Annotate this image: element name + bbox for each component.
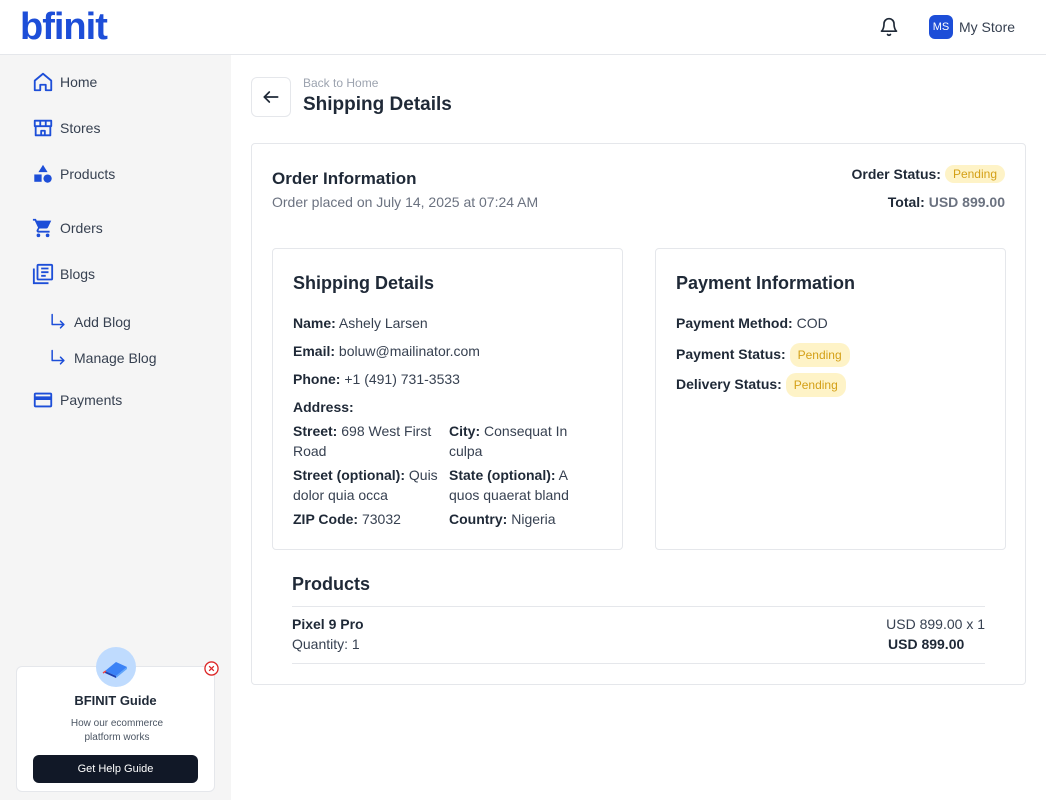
address-city: City: Consequat In culpa xyxy=(449,421,599,461)
book-icon xyxy=(96,647,136,687)
products-title: Products xyxy=(292,574,371,594)
product-quantity: Quantity: 1 xyxy=(292,636,360,652)
total-label: Total: xyxy=(887,194,925,210)
sidebar-item-label: Blogs xyxy=(60,266,96,282)
shipping-email: Email: boluw@mailinator.com xyxy=(293,341,480,361)
name-value: Ashely Larsen xyxy=(338,315,428,331)
order-status-label: Order Status: xyxy=(851,166,941,182)
country-value: Nigeria xyxy=(511,511,556,527)
sidebar-item-label: Products xyxy=(60,166,116,182)
shipping-details-title: Shipping Details xyxy=(293,273,435,293)
payment-information-card: Payment Information Payment Method: COD … xyxy=(655,248,1006,550)
sidebar-subitem-manage-blog[interactable]: Manage Blog xyxy=(48,347,157,369)
payment-method-label: Payment Method: xyxy=(676,315,793,331)
product-name: Pixel 9 Pro xyxy=(292,616,364,632)
delivery-status-label: Delivery Status: xyxy=(676,376,782,392)
payment-status: Payment Status: Pending xyxy=(676,343,850,367)
blog-icon xyxy=(32,263,54,285)
payment-status-label: Payment Status: xyxy=(676,346,786,362)
get-help-guide-button[interactable]: Get Help Guide xyxy=(33,755,198,783)
guide-card: BFINIT Guide How our ecommerce platform … xyxy=(16,647,219,792)
sidebar-item-home[interactable]: Home xyxy=(32,70,97,94)
product-line-total: USD 899.00 xyxy=(888,636,965,652)
sidebar-item-orders[interactable]: Orders xyxy=(32,216,103,240)
sidebar-item-stores[interactable]: Stores xyxy=(32,116,100,140)
sidebar-item-label: Stores xyxy=(60,120,101,136)
order-card: Order Information Order placed on July 1… xyxy=(251,143,1026,685)
product-unit-price: USD 899.00 x 1 xyxy=(886,616,985,632)
address-country: Country: Nigeria xyxy=(449,509,599,529)
guide-title: BFINIT Guide xyxy=(74,693,157,708)
logo[interactable]: bfinit xyxy=(20,8,108,46)
breadcrumb-back-to-home[interactable]: Back to Home xyxy=(303,76,378,90)
close-icon[interactable] xyxy=(204,661,219,676)
shipping-name: Name: Ashely Larsen xyxy=(293,313,428,333)
address-zip: ZIP Code: 73032 xyxy=(293,509,443,529)
email-label: Email: xyxy=(293,343,336,359)
payment-method-value: COD xyxy=(796,315,828,331)
credit-card-icon xyxy=(33,392,53,408)
country-label: Country: xyxy=(449,511,508,527)
payment-method: Payment Method: COD xyxy=(676,313,828,333)
sidebar-item-label: Payments xyxy=(60,392,123,408)
total-value: USD 899.00 xyxy=(928,194,1005,210)
address-state: State (optional): A quos quaerat bland xyxy=(449,465,599,505)
sidebar: Home Stores Products Orders Blogs Add Bl… xyxy=(0,55,231,800)
sidebar-item-payments[interactable]: Payments xyxy=(32,388,122,412)
zip-value: 73032 xyxy=(361,511,401,527)
bell-icon[interactable] xyxy=(879,17,899,37)
sidebar-subitem-label: Add Blog xyxy=(74,314,131,330)
street-optional-label: Street (optional): xyxy=(293,467,405,483)
order-status: Order Status: Pending xyxy=(851,165,1005,183)
order-total: Total: USD 899.00 xyxy=(888,194,1005,210)
sidebar-item-products[interactable]: Products xyxy=(32,162,115,186)
top-header: bfinit MS My Store xyxy=(0,0,1046,55)
name-label: Name: xyxy=(293,315,336,331)
address-street-optional: Street (optional): Quis dolor quia occa xyxy=(293,465,443,505)
address-street: Street: 698 West First Road xyxy=(293,421,443,461)
sidebar-item-label: Home xyxy=(60,74,98,90)
divider xyxy=(292,606,985,607)
sidebar-item-label: Orders xyxy=(60,220,103,236)
state-label: State (optional): xyxy=(449,467,556,483)
arrow-subdirectory-icon xyxy=(51,313,65,329)
order-date: Order placed on July 14, 2025 at 07:24 A… xyxy=(272,194,539,210)
avatar[interactable]: MS xyxy=(929,15,953,39)
shipping-details-card: Shipping Details Name: Ashely Larsen Ema… xyxy=(272,248,623,550)
page-title: Shipping Details xyxy=(303,94,452,115)
status-badge: Pending xyxy=(944,165,1005,183)
street-label: Street: xyxy=(293,423,338,439)
city-label: City: xyxy=(449,423,481,439)
status-badge: Pending xyxy=(789,343,850,367)
sidebar-subitem-label: Manage Blog xyxy=(74,350,157,366)
products-icon xyxy=(34,164,52,183)
home-icon xyxy=(33,72,53,92)
status-badge: Pending xyxy=(785,373,846,397)
sidebar-item-blogs[interactable]: Blogs xyxy=(32,262,95,286)
email-value: boluw@mailinator.com xyxy=(338,343,480,359)
shipping-phone: Phone: +1 (491) 731-3533 xyxy=(293,369,460,389)
zip-label: ZIP Code: xyxy=(293,511,359,527)
cart-icon xyxy=(32,218,52,238)
arrow-subdirectory-icon xyxy=(51,349,65,365)
back-button[interactable] xyxy=(251,77,291,117)
store-name[interactable]: My Store xyxy=(959,19,1015,35)
phone-value: +1 (491) 731-3533 xyxy=(344,371,460,387)
address-heading: Address: xyxy=(293,397,354,417)
divider xyxy=(292,663,985,664)
arrow-left-icon xyxy=(263,91,279,103)
store-icon xyxy=(33,119,53,137)
sidebar-subitem-add-blog[interactable]: Add Blog xyxy=(48,311,131,333)
order-information-title: Order Information xyxy=(272,169,417,188)
phone-label: Phone: xyxy=(293,371,341,387)
address-label: Address: xyxy=(293,399,354,415)
delivery-status: Delivery Status: Pending xyxy=(676,373,846,397)
guide-description: How our ecommerce platform works xyxy=(70,718,164,743)
payment-information-title: Payment Information xyxy=(676,273,856,293)
